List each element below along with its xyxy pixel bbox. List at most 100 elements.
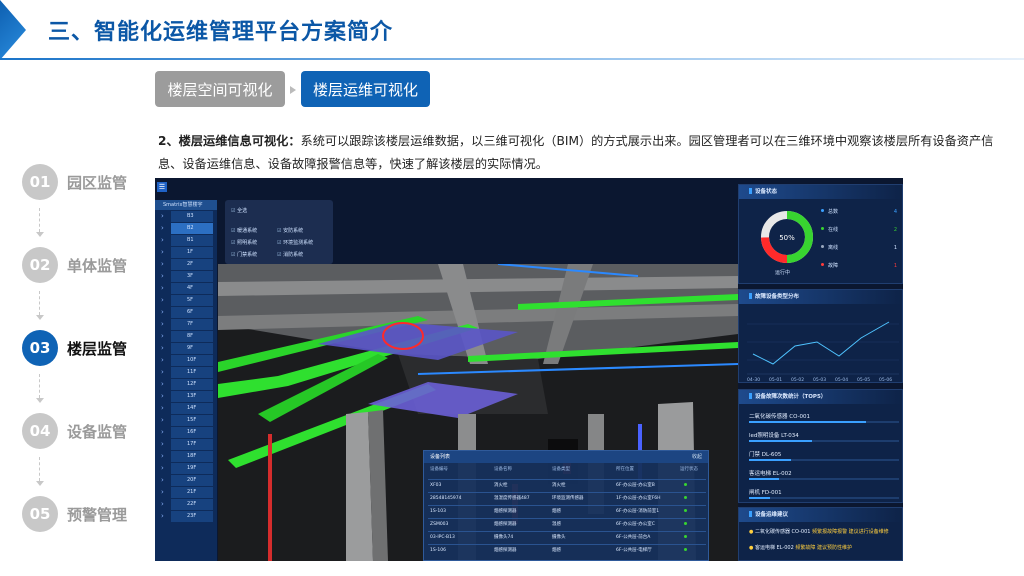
system-select-all[interactable]: 全选 (231, 207, 247, 214)
floor-item[interactable]: 10F (161, 355, 213, 366)
stat-label: 在线 (828, 227, 839, 233)
page-title: 三、智能化运维管理平台方案简介 (48, 20, 394, 45)
suggestion-row: ● 客运电梯 EL-002 频繁故障 建议预防性维护 (749, 544, 852, 551)
col-header: 设备类型 (552, 467, 570, 472)
floor-item[interactable]: B3 (161, 211, 213, 222)
step-05[interactable]: 05 预警管理 (22, 496, 162, 532)
floor-item[interactable]: 17F (161, 439, 213, 450)
donut-caption: 运行中 (775, 270, 791, 276)
floor-item[interactable]: 22F (161, 499, 213, 510)
step-label: 设备监管 (67, 423, 128, 441)
status-online-icon (684, 494, 687, 504)
step-connector (39, 457, 40, 481)
step-connector (39, 374, 40, 398)
floor-item[interactable]: 8F (161, 331, 213, 342)
suggestion-device: 客运电梯 EL-002 (754, 545, 794, 551)
stat-value: 2 (893, 227, 897, 233)
stat-fault: 故障 1 (821, 261, 901, 272)
tab-floor-ops-visualization[interactable]: 楼层运维可视化 (301, 71, 430, 107)
system-checkbox[interactable]: 环境监测系统 (277, 239, 313, 246)
table-cell: 环境监测传感器 (552, 496, 584, 501)
step-02[interactable]: 02 单体监管 (22, 247, 162, 283)
device-status-donut: 50% (761, 211, 813, 263)
table-row[interactable]: XF03 消火栓 消火栓 6F-办公层-办公室B (424, 481, 710, 491)
fault-trend-chart: 04-30 05-01 05-02 05-03 05-04 05-05 05-06 (747, 321, 899, 383)
table-cell: 6F-公共层-前台A (616, 535, 651, 540)
status-online-icon (684, 481, 687, 491)
floor-item[interactable]: 15F (161, 415, 213, 426)
device-status-panel: 设备状态 50% 运行中 总数 4 在线 2 离线 1 故障 1 (738, 184, 903, 284)
floor-item[interactable]: 16F (161, 427, 213, 438)
floor-item[interactable]: 19F (161, 463, 213, 474)
floor-item[interactable]: 1F (161, 247, 213, 258)
floor-item[interactable]: 20F (161, 475, 213, 486)
table-cell: ZSM003 (430, 522, 449, 527)
fault-rank-label: 门禁 DL-605 (749, 452, 782, 458)
table-row[interactable]: 03-IPC-B13 摄像头74 摄像头 6F-公共层-前台A (424, 533, 710, 543)
stat-value: 4 (893, 209, 897, 215)
floor-item[interactable]: 9F (161, 343, 213, 354)
col-header: 所在位置 (616, 467, 634, 472)
row-divider (428, 479, 706, 480)
step-number: 01 (22, 164, 58, 200)
floor-item[interactable]: 3F (161, 271, 213, 282)
system-checkbox[interactable]: 消防系统 (277, 251, 303, 258)
col-header: 运行状态 (680, 467, 698, 472)
floor-item[interactable]: 23F (161, 511, 213, 522)
description: 2、楼层运维信息可视化：系统可以跟踪该楼层运维数据，以三维可视化（BIM）的方式… (158, 130, 1008, 176)
floor-item[interactable]: 11F (161, 367, 213, 378)
step-01[interactable]: 01 园区监管 (22, 164, 162, 200)
floor-item[interactable]: B2 (161, 223, 213, 234)
floor-item[interactable]: 7F (161, 319, 213, 330)
floor-item[interactable]: 5F (161, 295, 213, 306)
suggestion-note: 频繁报故障报警 建议进行设备维修 (812, 529, 889, 535)
suggestion-device: 二氧化碳传感器 CO-001 (754, 529, 811, 535)
stat-value: 1 (893, 263, 897, 269)
floor-list: B3B2B11F2F3F4F5F6F7F8F9F10F11F12F13F14F1… (155, 211, 217, 522)
step-label: 园区监管 (67, 174, 128, 192)
floor-item[interactable]: 18F (161, 451, 213, 462)
header-accent-triangle (0, 0, 26, 60)
system-checkbox[interactable]: 照明系统 (231, 239, 257, 246)
tab-floor-space-visualization[interactable]: 楼层空间可视化 (155, 71, 285, 107)
table-cell: 1F-办公层-办公室F6H (616, 496, 661, 501)
table-row[interactable]: ZSM003 烟感探测器 温感 6F-办公层-办公室C (424, 520, 710, 530)
floor-item[interactable]: 6F (161, 307, 213, 318)
floor-item[interactable]: 12F (161, 379, 213, 390)
floor-item[interactable]: 13F (161, 391, 213, 402)
table-cell: XF03 (430, 483, 442, 488)
status-dot-icon (821, 209, 824, 212)
step-arrow-icon (36, 315, 44, 320)
menu-icon[interactable]: ☰ (157, 182, 167, 192)
status-online-icon (684, 507, 687, 517)
status-online-icon (684, 546, 687, 556)
stat-online: 在线 2 (821, 225, 901, 236)
device-list-title: 设备列表 (424, 451, 708, 463)
system-checkbox[interactable]: 门禁系统 (231, 251, 257, 258)
app-screenshot: ☰ Smatrix智慧楼宇 B3B2B11F2F3F4F5F6F7F8F9F10… (155, 178, 903, 561)
floor-item[interactable]: 21F (161, 487, 213, 498)
status-online-icon (684, 520, 687, 530)
device-list-panel: 设备列表 收起 设备编号 设备名称 设备类型 所在位置 运行状态 XF03 消火栓… (423, 450, 709, 561)
x-tick-label: 05-06 (879, 377, 892, 383)
table-cell: 1S-103 (430, 509, 446, 514)
system-checkbox[interactable]: 暖通系统 (231, 227, 257, 234)
system-checkbox[interactable]: 安防系统 (277, 227, 303, 234)
table-cell: 烟感 (552, 548, 561, 553)
table-row[interactable]: 1S-103 烟感探测器 烟感 6F-办公层-消防前室1 (424, 507, 710, 517)
fault-rank-bar (749, 497, 899, 499)
floor-item[interactable]: 14F (161, 403, 213, 414)
table-cell: 温感 (552, 522, 561, 527)
step-03[interactable]: 03 楼层监管 (22, 330, 162, 366)
table-row[interactable]: 1S-106 烟感探测器 烟感 6F-公共层-电梯厅 (424, 546, 710, 556)
stat-label: 故障 (828, 263, 839, 269)
fault-rank-bar (749, 478, 899, 480)
device-list-collapse-button[interactable]: 收起 (692, 451, 702, 463)
floor-item[interactable]: 2F (161, 259, 213, 270)
floor-item[interactable]: 4F (161, 283, 213, 294)
table-row[interactable]: 28548145974 温湿度传感器487 环境监测传感器 1F-办公层-办公室F6H (424, 494, 710, 504)
floor-item[interactable]: B1 (161, 235, 213, 246)
step-04[interactable]: 04 设备监管 (22, 413, 162, 449)
step-label: 楼层监管 (67, 340, 128, 358)
panel-title: 故障设备类型分布 (739, 290, 902, 304)
